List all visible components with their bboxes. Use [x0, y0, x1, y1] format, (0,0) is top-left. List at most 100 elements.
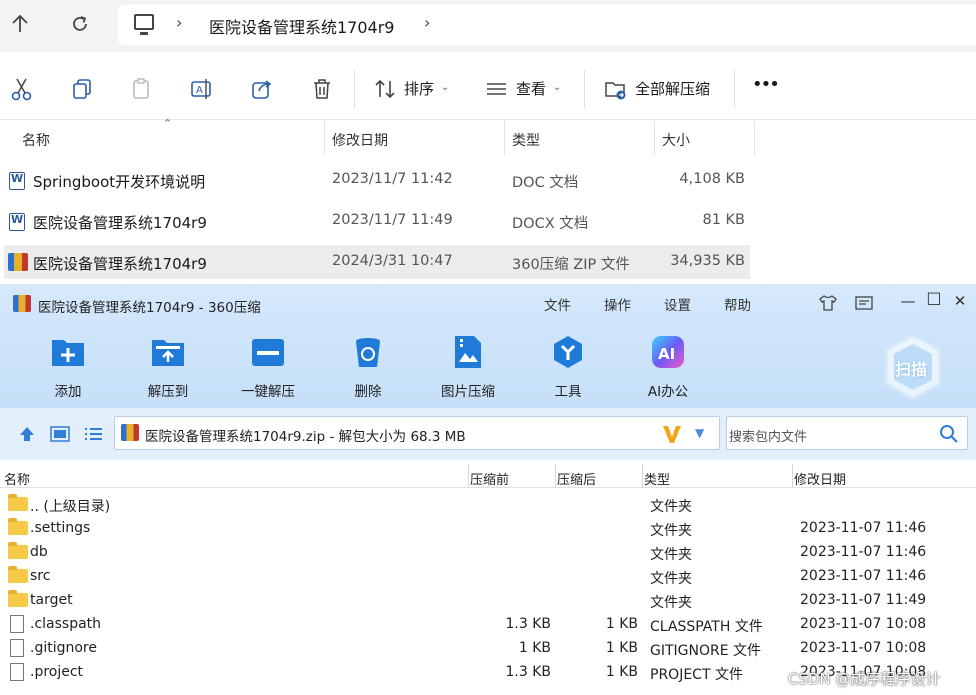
entry-size-after: 1 KB — [605, 640, 638, 656]
extract-folder-icon[interactable] — [603, 76, 629, 102]
file-icon — [10, 639, 24, 657]
close-icon[interactable]: ✕ — [950, 292, 970, 310]
entry-type: CLASSPATH 文件 — [650, 619, 763, 635]
skin-shirt-icon[interactable] — [818, 294, 838, 312]
archive-row[interactable]: .gitignore 1 KB 1 KB GITIGNORE 文件 2023-1… — [0, 636, 976, 660]
rename-icon[interactable]: A — [189, 76, 215, 102]
this-pc-icon[interactable] — [134, 14, 154, 35]
entry-size-before: 1.3 KB — [505, 616, 552, 632]
delete-icon[interactable] — [309, 76, 335, 102]
column-size-after[interactable]: 压缩后 — [557, 469, 596, 488]
menu-help[interactable]: 帮助 — [724, 294, 751, 314]
extract-to-label: 解压到 — [147, 384, 189, 400]
extract-to-button[interactable]: 解压到 — [123, 334, 213, 406]
add-icon — [52, 340, 84, 366]
column-separator[interactable] — [555, 464, 556, 488]
up-arrow-icon[interactable] — [8, 12, 32, 36]
feedback-icon[interactable] — [854, 294, 874, 312]
file-row-selected[interactable]: 医院设备管理系统1704r9 2024/3/31 10:47 360压缩 ZIP… — [4, 245, 750, 279]
archive-row[interactable]: db 文件夹 2023-11-07 11:46 — [0, 540, 976, 564]
archive-row[interactable]: .settings 文件夹 2023-11-07 11:46 — [0, 516, 976, 540]
column-modified[interactable]: 修改日期 — [794, 469, 846, 488]
scan-button[interactable]: 扫描 — [882, 332, 944, 402]
image-compress-button[interactable]: 图片压缩 — [423, 334, 513, 406]
zip-archive-icon — [8, 253, 28, 271]
delete-button[interactable]: 删除 — [323, 334, 413, 406]
v-logo-icon[interactable] — [661, 423, 683, 445]
one-click-extract-icon — [252, 339, 284, 366]
svg-text:AI: AI — [658, 345, 675, 363]
menu-settings[interactable]: 设置 — [664, 294, 691, 314]
copy-icon[interactable] — [69, 76, 95, 102]
thumbnail-view-icon[interactable] — [50, 425, 70, 443]
column-type[interactable]: 类型 — [644, 469, 670, 488]
file-icon — [10, 615, 24, 633]
view-icon[interactable] — [484, 76, 510, 102]
column-name[interactable]: 名称 — [22, 130, 50, 150]
archive-column-header: 名称 压缩前 压缩后 类型 修改日期 — [0, 464, 976, 488]
column-header: ⌃ 名称 修改日期 类型 大小 — [0, 117, 976, 155]
archive-row[interactable]: target 文件夹 2023-11-07 11:49 — [0, 588, 976, 612]
ai-office-button[interactable]: AI AI办公 — [623, 334, 713, 406]
search-in-archive-input[interactable]: 搜索包内文件 — [726, 416, 968, 450]
chevron-right-icon[interactable]: › — [424, 13, 430, 32]
column-size-before[interactable]: 压缩前 — [470, 469, 509, 488]
chevron-right-icon[interactable]: › — [176, 13, 182, 32]
entry-name: src — [30, 568, 51, 584]
extract-all-button[interactable]: 全部解压缩 — [635, 78, 710, 99]
svg-text:A: A — [196, 85, 203, 96]
column-separator[interactable] — [504, 121, 505, 155]
chevron-down-icon[interactable]: ⌄ — [553, 82, 561, 93]
search-placeholder: 搜索包内文件 — [729, 430, 808, 445]
dropdown-arrow-icon[interactable]: ▼ — [695, 426, 704, 440]
cut-icon[interactable] — [9, 76, 35, 102]
column-separator[interactable] — [654, 121, 655, 155]
entry-type: 文件夹 — [650, 547, 692, 563]
maximize-icon[interactable]: ☐ — [924, 290, 944, 310]
entry-type: 文件夹 — [650, 523, 692, 539]
file-row[interactable]: 医院设备管理系统1704r9 2023/11/7 11:49 DOCX 文档 8… — [4, 204, 750, 238]
column-separator[interactable] — [792, 464, 793, 488]
archive-path-field[interactable]: 医院设备管理系统1704r9.zip - 解包大小为 68.3 MB ▼ — [114, 416, 720, 450]
entry-type: GITIGNORE 文件 — [650, 643, 762, 659]
list-view-icon[interactable] — [83, 425, 103, 443]
column-type[interactable]: 类型 — [512, 130, 540, 150]
add-button[interactable]: 添加 — [23, 334, 113, 406]
column-name[interactable]: 名称 — [4, 469, 30, 488]
file-type: 360压缩 ZIP 文件 — [512, 257, 630, 273]
sort-button[interactable]: 排序 — [404, 78, 434, 99]
share-icon[interactable] — [249, 76, 275, 102]
column-separator[interactable] — [754, 121, 755, 155]
entry-modified: 2023-11-07 11:49 — [800, 592, 927, 608]
column-separator[interactable] — [468, 464, 469, 488]
column-size[interactable]: 大小 — [662, 130, 690, 150]
zip360-window: 医院设备管理系统1704r9 - 360压缩 文件 操作 设置 帮助 — ☐ ✕… — [0, 284, 976, 695]
refresh-icon[interactable] — [68, 12, 92, 36]
more-options-button[interactable]: ••• — [752, 74, 780, 95]
entry-modified: 2023-11-07 10:08 — [800, 616, 927, 632]
paste-icon[interactable] — [129, 76, 155, 102]
up-level-icon[interactable] — [18, 425, 36, 443]
archive-row[interactable]: .. (上级目录) 文件夹 — [0, 492, 976, 516]
minimize-icon[interactable]: — — [898, 292, 918, 310]
sort-icon[interactable] — [372, 76, 398, 102]
entry-name: .classpath — [30, 616, 102, 632]
column-separator[interactable] — [324, 121, 325, 155]
menu-file[interactable]: 文件 — [544, 294, 571, 314]
file-row[interactable]: Springboot开发环境说明 2023/11/7 11:42 DOC 文档 … — [4, 163, 750, 197]
tools-button[interactable]: 工具 — [523, 334, 613, 406]
view-button[interactable]: 查看 — [516, 78, 546, 99]
entry-modified: 2023-11-07 11:46 — [800, 520, 927, 536]
column-separator[interactable] — [642, 464, 643, 488]
breadcrumb-current-folder[interactable]: 医院设备管理系统1704r9 — [209, 14, 394, 38]
scan-label: 扫描 — [895, 360, 928, 379]
one-click-extract-button[interactable]: 一键解压 — [223, 334, 313, 406]
breadcrumb[interactable]: › 医院设备管理系统1704r9 › — [118, 5, 976, 45]
menu-operation[interactable]: 操作 — [604, 294, 631, 314]
image-compress-label: 图片压缩 — [441, 384, 495, 400]
chevron-down-icon[interactable]: ⌄ — [441, 82, 449, 93]
archive-row[interactable]: src 文件夹 2023-11-07 11:46 — [0, 564, 976, 588]
search-icon[interactable] — [939, 424, 959, 444]
archive-row[interactable]: .classpath 1.3 KB 1 KB CLASSPATH 文件 2023… — [0, 612, 976, 636]
column-modified[interactable]: 修改日期 — [332, 130, 388, 150]
